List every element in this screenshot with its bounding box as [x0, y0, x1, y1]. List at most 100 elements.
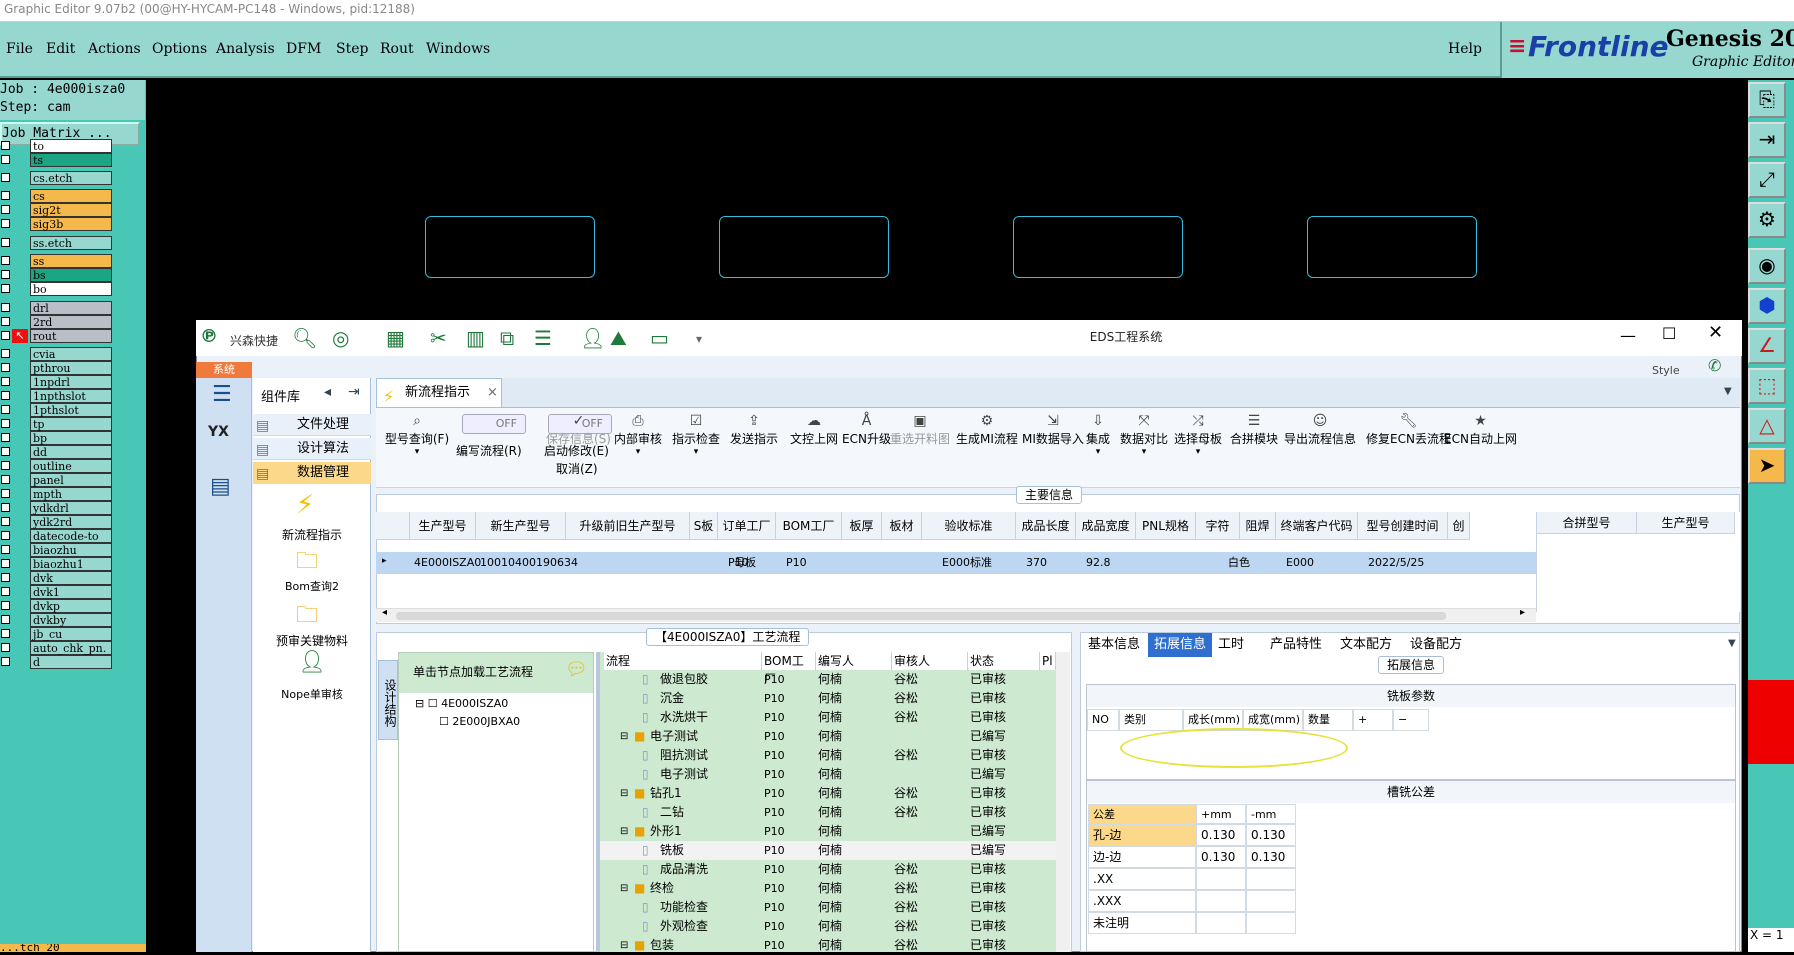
ruler-icon[interactable]: △ — [1748, 408, 1786, 444]
layer-checkbox[interactable] — [1, 587, 10, 596]
doc-tab-new-flow[interactable]: ⚡ 新流程指示 × — [376, 378, 502, 408]
integrate-button[interactable]: ⇩ 集成 ▾ — [1086, 408, 1110, 457]
film-icon[interactable]: ▥ — [466, 326, 485, 350]
flow-row[interactable]: ▯ 做退包胶 P10 何楠 谷松 已审核 — [600, 670, 1056, 689]
flow-row[interactable]: ▯ 成品清洗 P10 何楠 谷松 已审核 — [600, 860, 1056, 879]
flow-col-header[interactable]: 编写人 — [816, 652, 892, 670]
layer-name[interactable]: sig3b — [30, 217, 112, 231]
cell[interactable]: 4E000ISZA0 — [414, 552, 481, 574]
layer-checkbox[interactable] — [1, 419, 10, 428]
layer-row[interactable]: cs.etch — [0, 171, 114, 185]
layer-name[interactable]: ydk2rd — [30, 515, 112, 529]
col-header[interactable]: 验收标准 — [922, 512, 1016, 540]
layer-row[interactable]: cs — [0, 189, 114, 203]
col-header[interactable]: 字符 — [1196, 512, 1240, 540]
complib-item-file[interactable]: 文件处理 — [253, 414, 371, 436]
vertical-scrollbar[interactable] — [1056, 652, 1070, 952]
scroll-thumb[interactable] — [396, 612, 1446, 620]
layer-checkbox[interactable] — [1, 284, 10, 293]
quick-key-material[interactable]: 预审关键物料 — [253, 632, 371, 649]
send-instruction-button[interactable]: ⇪ 发送指示 — [730, 408, 778, 447]
menu-dfm[interactable]: DFM — [286, 41, 321, 57]
expand-icon[interactable]: ⊟ — [620, 822, 628, 841]
menu-help[interactable]: Help — [1448, 41, 1482, 57]
col-header[interactable]: 成品长度 — [1016, 512, 1076, 540]
collapse-arrow-icon[interactable]: ◂ — [324, 384, 331, 400]
cell[interactable]: P10 — [786, 552, 807, 574]
net-icon[interactable]: ⬢ — [1748, 288, 1786, 324]
layer-checkbox[interactable] — [1, 317, 10, 326]
user-icon[interactable]: 👤︎ — [298, 650, 326, 675]
layer-name[interactable]: ts — [30, 153, 112, 167]
close-button[interactable]: ✕ — [1708, 322, 1723, 343]
layer-name[interactable]: ss.etch — [30, 236, 112, 250]
calculator-icon[interactable]: ▤ — [210, 474, 231, 499]
fix-ecn-button[interactable]: 🔧︎ 修复ECN丢流程 — [1366, 408, 1451, 447]
layer-checkbox[interactable] — [1, 303, 10, 312]
mill-col-header[interactable]: + — [1353, 709, 1393, 731]
expand-icon[interactable]: ⊟ — [620, 784, 628, 803]
flow-col-header[interactable]: 审核人 — [892, 652, 968, 670]
cell[interactable]: 370 — [1026, 552, 1047, 574]
layer-row[interactable]: bp — [0, 431, 114, 445]
layer-checkbox[interactable] — [1, 601, 10, 610]
complib-item-data[interactable]: 数据管理 — [253, 462, 371, 484]
grid-icon[interactable]: ▦ — [386, 326, 405, 350]
layer-name[interactable]: cvia — [30, 347, 112, 361]
layer-row[interactable]: cvia — [0, 347, 114, 361]
layer-row[interactable]: ydk2rd — [0, 515, 114, 529]
layer-name[interactable]: dvk1 — [30, 585, 112, 599]
layer-name[interactable]: datecode-to — [30, 529, 112, 543]
layer-name[interactable]: 2rd — [30, 315, 112, 329]
layer-name[interactable]: to — [30, 139, 112, 153]
flow-row[interactable]: ▯ 二钻 P10 何楠 谷松 已审核 — [600, 803, 1056, 822]
layer-row[interactable]: datecode-to — [0, 529, 114, 543]
layer-checkbox[interactable] — [1, 461, 10, 470]
layer-name[interactable]: auto_chk_pn. — [30, 641, 112, 655]
tol-cell[interactable]: 0.130 — [1196, 824, 1246, 846]
ecn-auto-online-button[interactable]: ★ ECN自动上网 — [1444, 408, 1517, 447]
layer-row[interactable]: outline — [0, 459, 114, 473]
layer-checkbox[interactable] — [1, 559, 10, 568]
layer-checkbox[interactable] — [1, 270, 10, 279]
expand-icon[interactable]: ⊟ — [620, 936, 628, 955]
flow-col-header[interactable]: Pl — [1040, 652, 1056, 670]
mill-col-header[interactable]: − — [1393, 709, 1429, 731]
chart-icon[interactable]: ⛰ — [610, 326, 627, 350]
flow-row[interactable]: ▯ 水洗烘干 P10 何楠 谷松 已审核 — [600, 708, 1056, 727]
layer-name[interactable]: dvk — [30, 571, 112, 585]
layer-checkbox[interactable] — [1, 331, 10, 340]
layer-row[interactable]: biaozhu1 — [0, 557, 114, 571]
menu-edit[interactable]: Edit — [46, 41, 75, 57]
folder-icon[interactable]: 🗀 — [296, 598, 318, 636]
list-icon[interactable]: ☰ — [534, 326, 552, 350]
layer-row[interactable]: d — [0, 655, 114, 669]
cell[interactable]: E000标准 — [942, 552, 992, 574]
layer-row[interactable]: ts — [0, 153, 114, 167]
col-header[interactable]: 生产型号 — [410, 512, 476, 540]
flow-row[interactable]: ▯ 外观检查 P10 何楠 谷松 已审核 — [600, 917, 1056, 936]
layer-name[interactable]: dvkp — [30, 599, 112, 613]
layer-row[interactable]: mpth — [0, 487, 114, 501]
tol-cell[interactable] — [1196, 912, 1246, 934]
layer-checkbox[interactable] — [1, 517, 10, 526]
col-header[interactable]: 板厚 — [842, 512, 882, 540]
cell[interactable]: 白色 — [1228, 552, 1250, 574]
layer-checkbox[interactable] — [1, 615, 10, 624]
layer-name[interactable]: tp — [30, 417, 112, 431]
horizontal-scrollbar[interactable]: ◂ ▸ — [376, 607, 1536, 622]
layer-checkbox[interactable] — [1, 256, 10, 265]
flow-row[interactable]: ⊟ ■ 外形1 P10 何楠 已编写 — [600, 822, 1056, 841]
cell[interactable]: P10 — [728, 552, 749, 574]
drc-icon[interactable]: ⬚ — [1748, 368, 1786, 404]
scroll-left-icon[interactable]: ◂ — [382, 607, 387, 618]
design-structure-tab[interactable]: 设计结构 — [378, 660, 398, 740]
scroll-right-icon[interactable]: ▸ — [1520, 607, 1525, 618]
quick-bom-query[interactable]: Bom查询2 — [253, 578, 371, 594]
layer-name[interactable]: dvkby — [30, 613, 112, 627]
flow-col-header[interactable]: 流程 — [604, 652, 762, 670]
layer-name[interactable]: cs.etch — [30, 171, 112, 185]
layer-checkbox[interactable] — [1, 173, 10, 182]
edit-flow-toggle[interactable]: OFF — [462, 414, 526, 434]
layer-row[interactable]: ss — [0, 254, 114, 268]
